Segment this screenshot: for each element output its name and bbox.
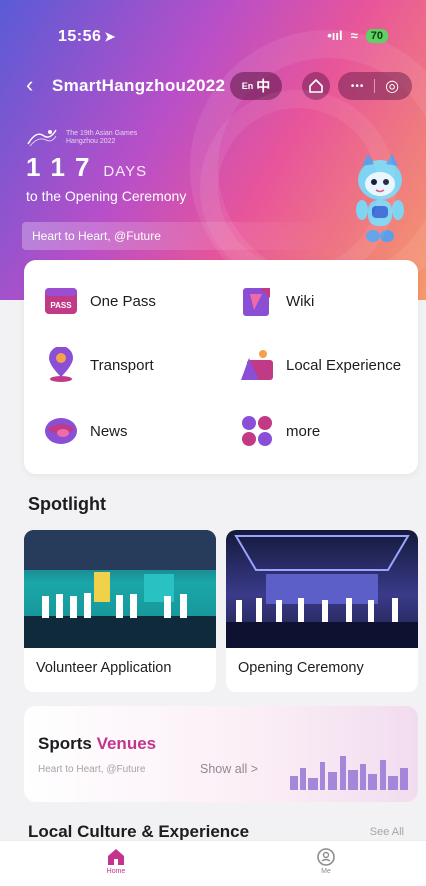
- one-pass-badge-text: PASS: [50, 301, 72, 310]
- capsule-menu: ••• ◎: [338, 72, 412, 100]
- signal-icon: •ııl: [327, 28, 343, 43]
- services-card: PASS One Pass Wiki Transport Local Exper…: [24, 260, 418, 474]
- countdown-days-label: DAYS: [103, 163, 148, 180]
- sports-venues-title: Sports Venues: [38, 734, 156, 754]
- status-indicators: •ııl ≈ 70: [327, 28, 388, 43]
- language-english-label: En: [241, 81, 254, 91]
- tab-me[interactable]: Me: [296, 847, 356, 875]
- venues-title-part2: Venues: [96, 734, 157, 753]
- mini-program-nav-bar: ‹ SmartHangzhou2022 En 中 ••• ◎: [0, 70, 426, 104]
- spotlight-card-label: Opening Ceremony: [238, 660, 364, 676]
- venues-show-all-link[interactable]: Show all >: [200, 762, 258, 776]
- tab-home[interactable]: Home: [86, 847, 146, 875]
- sports-venues-banner[interactable]: Sports Venues Heart to Heart, @Future Sh…: [24, 706, 418, 802]
- profile-icon: [317, 848, 335, 866]
- service-label: Local Experience: [286, 356, 402, 374]
- more-options-button[interactable]: •••: [351, 81, 365, 92]
- service-more[interactable]: more: [238, 412, 320, 450]
- location-arrow-icon: ➤: [104, 29, 116, 44]
- service-label: News: [90, 422, 128, 440]
- opening-ceremony-photo: [226, 530, 418, 648]
- mascot-illustration[interactable]: [348, 150, 412, 250]
- local-culture-heading: Local Culture & Experience: [28, 822, 250, 841]
- countdown-digit-3: 7: [74, 152, 90, 182]
- status-time: 15:56 ➤: [58, 28, 116, 46]
- status-bar: 15:56 ➤ •ııl ≈ 70: [0, 26, 426, 50]
- countdown: 1 1 7 DAYS: [26, 152, 147, 183]
- spotlight-card-volunteer[interactable]: Volunteer Application: [24, 530, 216, 692]
- service-local-experience[interactable]: Local Experience: [238, 346, 401, 384]
- spotlight-card-opening[interactable]: Opening Ceremony: [226, 530, 418, 692]
- service-label: One Pass: [90, 292, 156, 310]
- news-icon: [42, 412, 80, 450]
- games-name-line1: The 19th Asian Games: [66, 130, 138, 137]
- spotlight-heading: Spotlight: [28, 494, 106, 514]
- countdown-digit-1: 1: [26, 152, 41, 182]
- countdown-caption: to the Opening Ceremony: [26, 188, 187, 204]
- spotlight-card-label: Volunteer Application: [36, 660, 172, 676]
- games-name-line2: Hangzhou 2022: [66, 138, 116, 145]
- service-label: Wiki: [286, 292, 315, 310]
- app-title: SmartHangzhou2022: [52, 76, 226, 95]
- venues-title-part1: Sports: [38, 734, 92, 753]
- house-star-icon: [309, 79, 323, 93]
- service-one-pass[interactable]: PASS One Pass: [42, 282, 156, 320]
- status-time-text: 15:56: [58, 28, 102, 45]
- service-wiki[interactable]: Wiki: [238, 282, 314, 320]
- see-all-link[interactable]: See All: [370, 826, 404, 838]
- service-label: more: [286, 422, 321, 440]
- volunteer-stage-illustration: [24, 530, 216, 648]
- city-skyline-illustration: [290, 756, 408, 790]
- service-news[interactable]: News: [42, 412, 128, 450]
- favorite-button[interactable]: [302, 72, 330, 100]
- back-button[interactable]: ‹: [26, 72, 33, 98]
- countdown-digit-2: 1: [50, 152, 65, 182]
- home-icon: [108, 849, 124, 865]
- language-toggle-button[interactable]: En 中: [230, 72, 282, 100]
- language-chinese-label: 中: [256, 78, 271, 94]
- asian-games-logo: [27, 129, 57, 147]
- one-pass-icon: PASS: [42, 282, 80, 320]
- hero-banner: 15:56 ➤ •ııl ≈ 70 ‹ SmartHangzhou2022 En …: [0, 0, 426, 300]
- bottom-tab-bar: Home Me: [0, 840, 426, 886]
- slogan-bar: Heart to Heart, @Future: [22, 222, 332, 250]
- tab-me-label: Me: [321, 868, 331, 875]
- capsule-divider: [374, 79, 376, 93]
- wiki-icon: [238, 282, 276, 320]
- tab-home-label: Home: [106, 868, 126, 875]
- service-transport[interactable]: Transport: [42, 346, 154, 384]
- more-grid-icon: [238, 412, 276, 450]
- service-label: Transport: [90, 356, 154, 374]
- close-mini-program-button[interactable]: ◎: [385, 76, 399, 96]
- transport-pin-icon: [42, 346, 80, 384]
- volunteer-photo: [24, 530, 216, 648]
- opening-stage-illustration: [226, 535, 418, 648]
- local-experience-icon: [238, 346, 276, 384]
- venues-subtitle: Heart to Heart, @Future: [38, 764, 146, 775]
- games-name: The 19th Asian Games Hangzhou 2022: [66, 130, 137, 146]
- battery-icon: 70: [365, 28, 388, 43]
- wifi-icon: ≈: [350, 28, 358, 43]
